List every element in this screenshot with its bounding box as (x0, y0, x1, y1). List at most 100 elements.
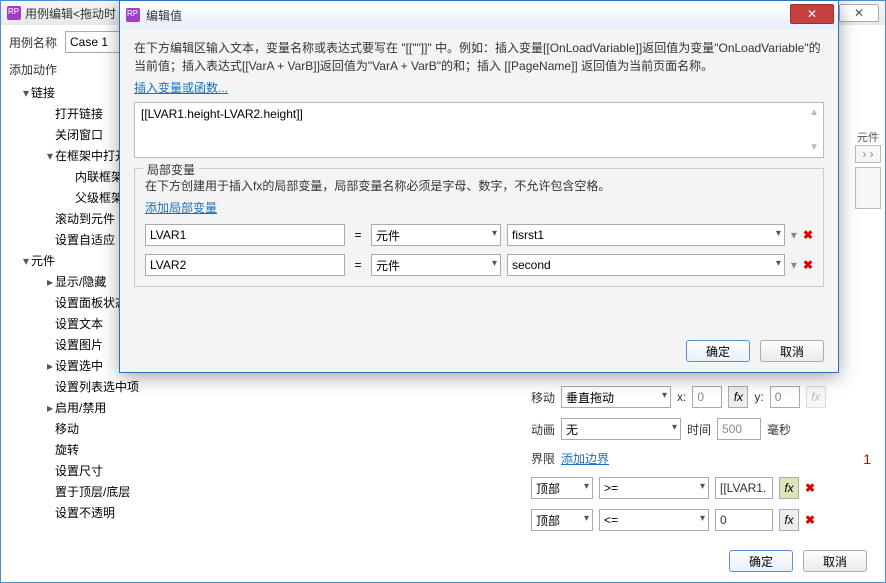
tree-arrow-icon[interactable] (21, 86, 31, 100)
case-name-label: 用例名称 (9, 34, 57, 51)
move-type-select[interactable]: 垂直拖动 (561, 386, 671, 408)
var2-dropdown-icon[interactable]: ▾ (791, 258, 797, 272)
tree-item-label: 移动 (55, 422, 79, 436)
var1-dropdown-icon[interactable]: ▾ (791, 228, 797, 242)
local-var-row: = 元件 second ▾ ✖ (145, 254, 813, 276)
tree-item-label: 设置文本 (55, 317, 103, 331)
bound2-val-input[interactable] (715, 509, 773, 531)
bound2-op-select[interactable]: <= (599, 509, 709, 531)
modal-description: 在下方编辑区输入文本，变量名称或表达式要写在 "[[""]]" 中。例如：插入变… (134, 39, 824, 75)
local-var-row: = 元件 fisrst1 ▾ ✖ (145, 224, 813, 246)
tree-arrow-icon[interactable] (21, 254, 31, 268)
tree-item-label: 旋转 (55, 443, 79, 457)
bound2-delete[interactable]: ✖ (805, 513, 815, 527)
tree-arrow-icon[interactable] (45, 359, 55, 373)
add-local-var-link[interactable]: 添加局部变量 (145, 201, 217, 215)
move-config-panel: 移动 垂直拖动 x: fx y: fx 动画 无 时间 毫秒 界限 添加边界 1… (531, 386, 871, 541)
modal-cancel-button[interactable]: 取消 (760, 340, 824, 362)
tree-item-label: 设置图片 (55, 338, 103, 352)
y-input[interactable] (770, 386, 800, 408)
anim-label: 动画 (531, 421, 555, 438)
tree-item[interactable]: 设置列表选中项 (9, 376, 215, 397)
add-boundary-link[interactable]: 添加边界 (561, 450, 609, 467)
tree-item-label: 滚动到元件 (55, 212, 115, 226)
var2-delete[interactable]: ✖ (803, 258, 813, 272)
tree-item-label: 设置自适应 (55, 233, 115, 247)
modal-close-button[interactable]: ✕ (790, 4, 834, 24)
modal-titlebar: 编辑值 ✕ (120, 1, 838, 29)
tree-item-label: 打开链接 (55, 107, 103, 121)
scroll-down-icon[interactable]: ▼ (809, 142, 819, 153)
app-icon (7, 6, 21, 20)
time-input[interactable] (717, 418, 761, 440)
tree-item[interactable]: 启用/禁用 (9, 397, 215, 418)
modal-ok-button[interactable]: 确定 (686, 340, 750, 362)
expression-textarea[interactable]: [[LVAR1.height-LVAR2.height]] ▲ ▼ (134, 102, 824, 158)
tree-item-label: 内联框架 (75, 170, 123, 184)
tree-item-label: 设置尺寸 (55, 464, 103, 478)
local-vars-title: 局部变量 (143, 161, 199, 178)
edge-arrows-icon: › › (855, 145, 881, 163)
edit-value-dialog: 编辑值 ✕ 在下方编辑区输入文本，变量名称或表达式要写在 "[[""]]" 中。… (119, 0, 839, 373)
bound1-op-select[interactable]: >= (599, 477, 709, 499)
tree-item-label: 父级框架 (75, 191, 123, 205)
equals-sign: = (351, 228, 365, 242)
var1-name-input[interactable] (145, 224, 345, 246)
bound2-fx-button[interactable]: fx (779, 509, 799, 531)
tree-arrow-icon[interactable] (45, 275, 55, 289)
tree-arrow-icon[interactable] (45, 149, 55, 163)
bound1-val-input[interactable] (715, 477, 773, 499)
back-cancel-button[interactable]: 取消 (803, 550, 867, 572)
bound1-fx-button[interactable]: fx (779, 477, 799, 499)
back-window-close[interactable]: ✕ (839, 4, 879, 22)
app-icon (126, 8, 140, 22)
bound1-delete[interactable]: ✖ (805, 481, 815, 495)
modal-title: 编辑值 (146, 7, 182, 24)
tree-item-label: 设置不透明 (55, 506, 115, 520)
var1-value-select[interactable]: fisrst1 (507, 224, 785, 246)
x-fx-button[interactable]: fx (728, 386, 748, 408)
tree-item-label: 关闭窗口 (55, 128, 103, 142)
local-vars-desc: 在下方创建用于插入fx的局部变量，局部变量名称必须是字母、数字，不允许包含空格。 (145, 177, 813, 195)
tree-arrow-icon[interactable] (45, 401, 55, 415)
tree-item-label: 显示/隐藏 (55, 275, 106, 289)
tree-item-label: 置于顶层/底层 (55, 485, 130, 499)
expression-text: [[LVAR1.height-LVAR2.height]] (141, 107, 303, 121)
var2-type-select[interactable]: 元件 (371, 254, 501, 276)
tree-item[interactable]: 置于顶层/底层 (9, 481, 215, 502)
time-label: 时间 (687, 421, 711, 438)
y-fx-button[interactable]: fx (806, 386, 826, 408)
tree-item-label: 链接 (31, 86, 55, 100)
y-label: y: (754, 390, 763, 404)
var2-name-input[interactable] (145, 254, 345, 276)
tree-item[interactable]: 设置不透明 (9, 502, 215, 523)
tree-item-label: 元件 (31, 254, 55, 268)
annotation-1: 1 (863, 451, 871, 467)
bound2-side-select[interactable]: 顶部 (531, 509, 593, 531)
insert-var-link[interactable]: 插入变量或函数... (134, 81, 228, 95)
tree-item-label: 启用/禁用 (55, 401, 106, 415)
edge-column: 元件 › › (855, 129, 881, 213)
tree-item[interactable]: 旋转 (9, 439, 215, 460)
equals-sign: = (351, 258, 365, 272)
bound-label: 界限 (531, 450, 555, 467)
x-label: x: (677, 390, 686, 404)
tree-item-label: 设置面板状态 (55, 296, 127, 310)
ms-label: 毫秒 (767, 421, 791, 438)
x-input[interactable] (692, 386, 722, 408)
scroll-up-icon[interactable]: ▲ (809, 107, 819, 118)
tree-item[interactable]: 设置尺寸 (9, 460, 215, 481)
bound1-side-select[interactable]: 顶部 (531, 477, 593, 499)
anim-select[interactable]: 无 (561, 418, 681, 440)
tree-item-label: 设置列表选中项 (55, 380, 139, 394)
tree-item[interactable]: 移动 (9, 418, 215, 439)
var2-value-select[interactable]: second (507, 254, 785, 276)
tree-item-label: 设置选中 (55, 359, 103, 373)
back-ok-button[interactable]: 确定 (729, 550, 793, 572)
back-window-title: 用例编辑<拖动时 (25, 5, 116, 22)
var1-delete[interactable]: ✖ (803, 228, 813, 242)
var1-type-select[interactable]: 元件 (371, 224, 501, 246)
move-label: 移动 (531, 389, 555, 406)
tree-item-label: 在框架中打开 (55, 149, 127, 163)
local-vars-group: 局部变量 在下方创建用于插入fx的局部变量，局部变量名称必须是字母、数字，不允许… (134, 168, 824, 287)
